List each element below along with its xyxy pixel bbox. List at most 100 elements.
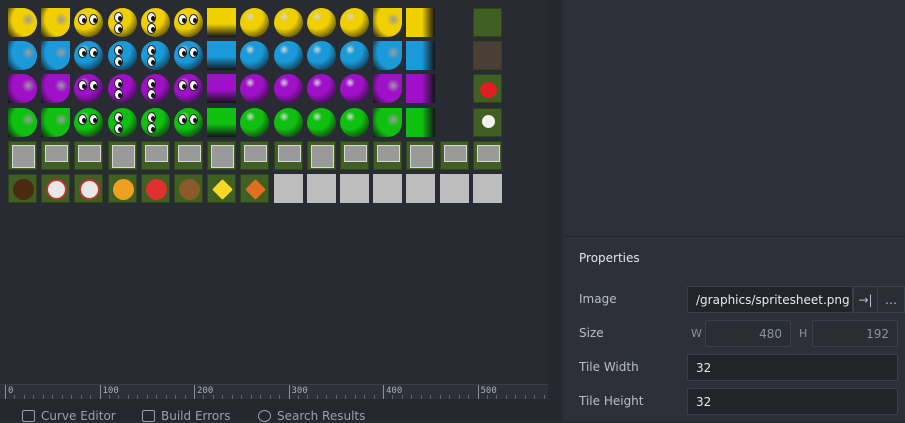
snake-tile[interactable] (406, 8, 435, 37)
heart-icon[interactable] (141, 174, 170, 203)
snake-tile[interactable] (240, 8, 269, 37)
snake-tile[interactable] (274, 108, 303, 137)
wall-tile[interactable] (108, 141, 137, 170)
snake-tile[interactable] (240, 74, 269, 103)
snake-tile[interactable] (340, 74, 369, 103)
clock-icon[interactable] (74, 174, 103, 203)
snake-tile[interactable] (340, 108, 369, 137)
snake-tile[interactable] (406, 74, 435, 103)
snake-tile[interactable] (207, 74, 236, 103)
empty-tile[interactable] (406, 174, 435, 203)
snake-tile[interactable] (108, 41, 137, 70)
wall-tile[interactable] (141, 141, 170, 170)
snake-tile[interactable] (274, 8, 303, 37)
wall-tile[interactable] (274, 141, 303, 170)
wall-block (112, 145, 135, 168)
wall-tile[interactable] (373, 141, 402, 170)
snake-tile[interactable] (307, 74, 336, 103)
pupil (151, 49, 155, 54)
snake-tile[interactable] (108, 74, 137, 103)
image-path-field[interactable]: /graphics/spritesheet.png (687, 286, 853, 313)
rocks-tile-icon[interactable] (473, 41, 502, 70)
snake-tile[interactable] (41, 108, 70, 137)
snake-tile[interactable] (307, 108, 336, 137)
snake-tile[interactable] (108, 8, 137, 37)
snake-tile[interactable] (340, 41, 369, 70)
snake-tile[interactable] (41, 74, 70, 103)
wall-tile[interactable] (8, 141, 37, 170)
goomba-icon[interactable] (174, 174, 203, 203)
snake-tile[interactable] (74, 74, 103, 103)
mushroom-icon[interactable] (108, 174, 137, 203)
tile-height-field[interactable]: 32 (687, 388, 898, 415)
wall-tile[interactable] (240, 141, 269, 170)
snake-tile[interactable] (373, 108, 402, 137)
empty-tile[interactable] (373, 174, 402, 203)
wall-tile[interactable] (74, 141, 103, 170)
star-icon[interactable] (207, 174, 236, 203)
snake-tile[interactable] (240, 41, 269, 70)
snake-tile[interactable] (141, 108, 170, 137)
snake-tile[interactable] (207, 8, 236, 37)
ruler-major-tick (383, 385, 384, 399)
snake-tile[interactable] (207, 41, 236, 70)
snake-tile[interactable] (307, 41, 336, 70)
clock-icon[interactable] (41, 174, 70, 203)
snake-tile[interactable] (141, 74, 170, 103)
snake-tile[interactable] (174, 41, 203, 70)
empty-tile[interactable] (440, 174, 469, 203)
snake-tile[interactable] (174, 8, 203, 37)
snake-tile[interactable] (174, 108, 203, 137)
snake-tile[interactable] (373, 74, 402, 103)
hole-icon[interactable] (8, 174, 37, 203)
snake-tile[interactable] (174, 74, 203, 103)
snake-tile[interactable] (141, 8, 170, 37)
eye-icon (114, 45, 123, 56)
pupil (118, 127, 122, 132)
snake-tile[interactable] (307, 8, 336, 37)
snake-tile[interactable] (8, 74, 37, 103)
snake-ball (274, 41, 303, 70)
wall-tile[interactable] (340, 141, 369, 170)
tile-source-canvas[interactable] (0, 0, 548, 384)
wall-tile[interactable] (41, 141, 70, 170)
snake-tile[interactable] (74, 108, 103, 137)
empty-tile[interactable] (340, 174, 369, 203)
wall-tile[interactable] (440, 141, 469, 170)
snake-tile[interactable] (373, 8, 402, 37)
tile-width-field[interactable]: 32 (687, 354, 898, 381)
snake-tile[interactable] (207, 108, 236, 137)
wall-tile[interactable] (174, 141, 203, 170)
browse-button[interactable]: … (877, 286, 905, 313)
grass-tile-icon[interactable] (473, 8, 502, 37)
snake-tile[interactable] (141, 41, 170, 70)
empty-tile[interactable] (307, 174, 336, 203)
snake-tile[interactable] (274, 74, 303, 103)
goto-file-icon[interactable]: →| (853, 286, 878, 313)
snake-tile[interactable] (8, 8, 37, 37)
snake-tile[interactable] (406, 108, 435, 137)
panel-splitter[interactable] (548, 0, 563, 421)
wall-tile[interactable] (307, 141, 336, 170)
width-prefix-label: W (691, 327, 702, 340)
snake-tile[interactable] (8, 41, 37, 70)
wall-tile[interactable] (207, 141, 236, 170)
empty-tile[interactable] (274, 174, 303, 203)
snake-tile[interactable] (41, 8, 70, 37)
snake-tile[interactable] (74, 8, 103, 37)
apple-icon[interactable] (473, 74, 502, 103)
snake-tile[interactable] (406, 41, 435, 70)
snake-tile[interactable] (8, 108, 37, 137)
snake-tile[interactable] (108, 108, 137, 137)
snake-tile[interactable] (373, 41, 402, 70)
snake-tile[interactable] (41, 41, 70, 70)
snake-tile[interactable] (340, 8, 369, 37)
snake-tile[interactable] (74, 41, 103, 70)
skull-icon[interactable] (473, 108, 502, 137)
wall-tile[interactable] (473, 141, 502, 170)
empty-tile[interactable] (473, 174, 502, 203)
arrows-icon[interactable] (240, 174, 269, 203)
wall-tile[interactable] (406, 141, 435, 170)
snake-tile[interactable] (274, 41, 303, 70)
snake-tile[interactable] (240, 108, 269, 137)
